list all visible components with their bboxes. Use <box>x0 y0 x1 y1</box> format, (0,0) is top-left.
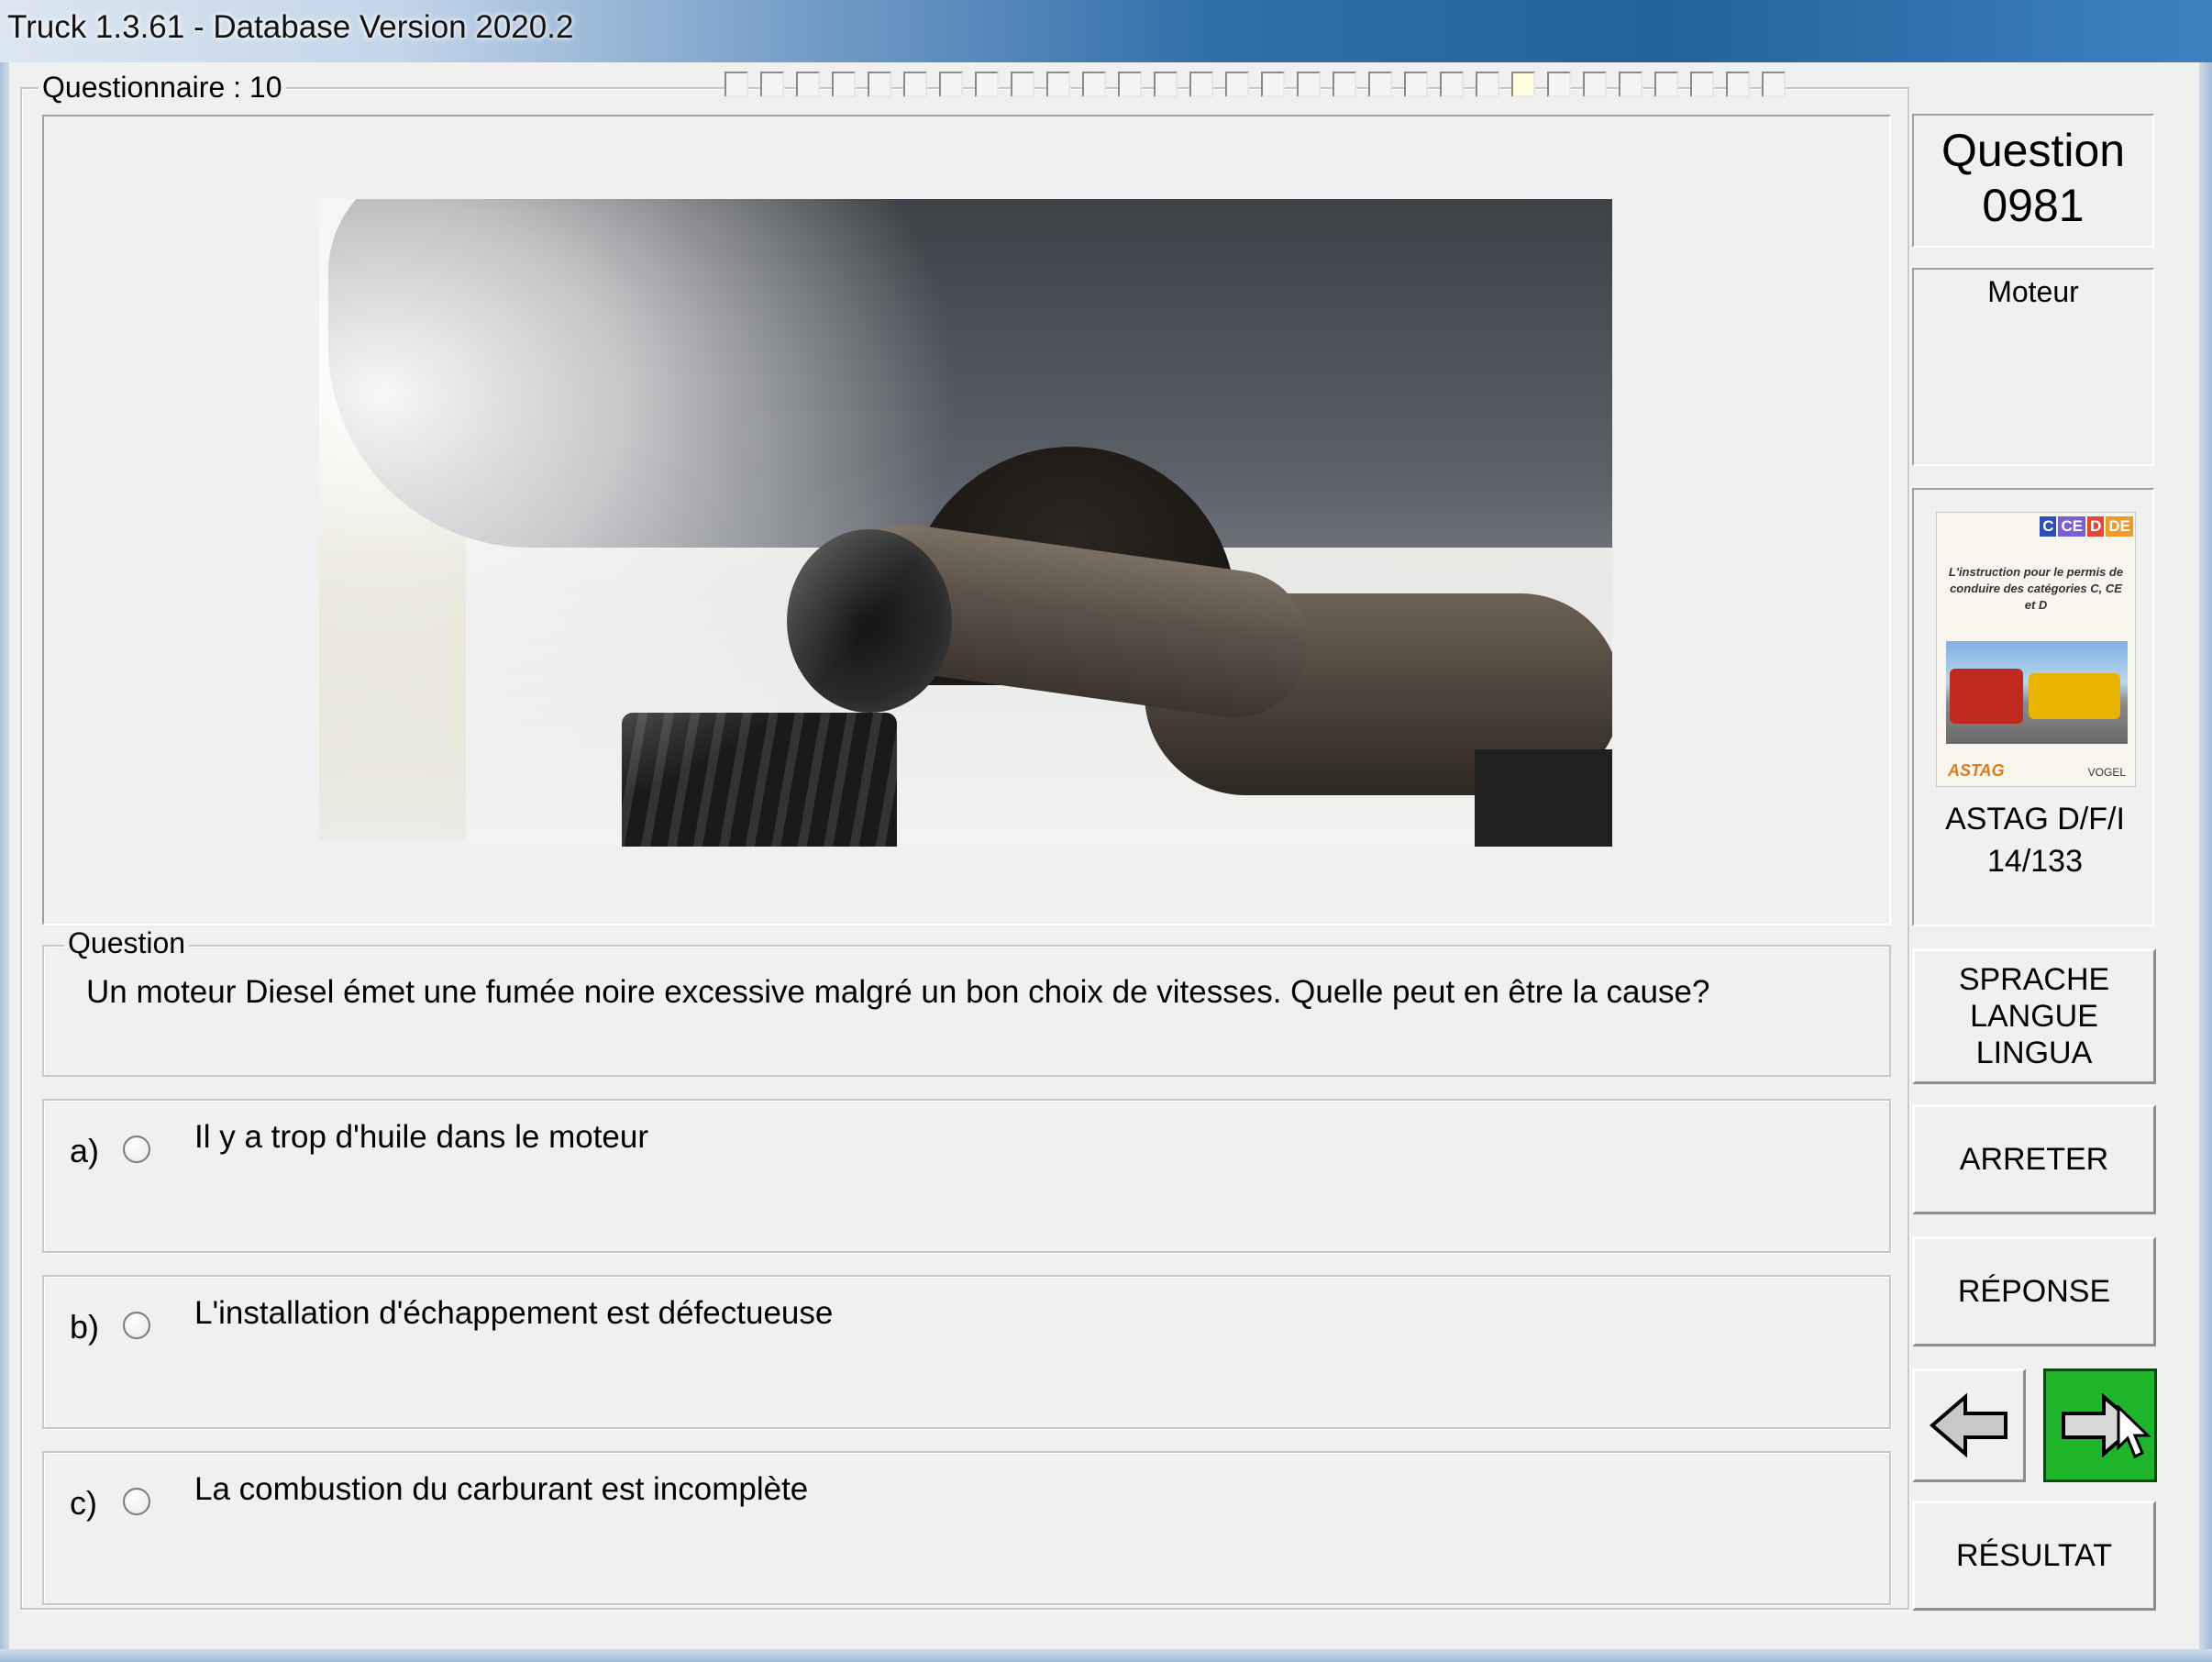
progress-tick <box>1690 72 1714 97</box>
answer-button-label: RÉPONSE <box>1957 1274 2111 1309</box>
answer-letter: b) <box>70 1308 100 1346</box>
category-box: Moteur <box>1912 268 2154 466</box>
window-title-bar[interactable]: Truck 1.3.61 - Database Version 2020.2 <box>0 0 2212 62</box>
book-cover-text: L'instruction pour le permis de conduire… <box>1948 565 2124 612</box>
stop-button-label: ARRETER <box>1959 1142 2109 1177</box>
questionnaire-label: Questionnaire : 10 <box>39 71 286 104</box>
progress-tick <box>1118 72 1142 97</box>
previous-question-button[interactable] <box>1912 1368 2026 1482</box>
language-button-label: SPRACHE LANGUE LINGUA <box>1958 962 2110 1070</box>
result-button-label: RÉSULTAT <box>1955 1538 2113 1573</box>
arrow-right-icon <box>2062 1393 2140 1457</box>
answer-radio-b[interactable] <box>123 1312 150 1339</box>
progress-tick <box>1368 72 1392 97</box>
license-badge: D <box>2087 516 2105 537</box>
answer-text: Il y a trop d'huile dans le moteur <box>194 1119 649 1155</box>
questionnaire-progress <box>724 72 2128 101</box>
question-number-box: Question 0981 <box>1912 114 2154 248</box>
window-frame-left <box>0 62 9 1662</box>
progress-tick <box>1654 72 1678 97</box>
progress-tick <box>1762 72 1786 97</box>
progress-tick <box>1333 72 1356 97</box>
photo-smoke <box>319 199 961 847</box>
progress-tick <box>1189 72 1213 97</box>
astag-logo: ASTAG <box>1948 761 2005 780</box>
answer-button[interactable]: RÉPONSE <box>1912 1236 2156 1346</box>
progress-tick <box>868 72 891 97</box>
window-frame-right <box>2199 62 2212 1662</box>
progress-tick <box>1583 72 1607 97</box>
progress-tick <box>1440 72 1464 97</box>
answer-radio-c[interactable] <box>123 1488 150 1515</box>
progress-tick <box>1154 72 1178 97</box>
answer-option-a[interactable]: a) Il y a trop d'huile dans le moteur <box>42 1099 1891 1253</box>
answer-option-b[interactable]: b) L'installation d'échappement est défe… <box>42 1275 1891 1429</box>
answer-option-c[interactable]: c) La combustion du carburant est incomp… <box>42 1451 1891 1605</box>
progress-tick <box>724 72 748 97</box>
progress-tick <box>1476 72 1499 97</box>
language-button[interactable]: SPRACHE LANGUE LINGUA <box>1912 948 2156 1084</box>
progress-tick <box>1619 72 1642 97</box>
progress-tick <box>1261 72 1285 97</box>
vogel-logo: VOGEL <box>2087 766 2126 779</box>
progress-tick <box>975 72 999 97</box>
progress-tick <box>939 72 963 97</box>
progress-tick <box>1297 72 1321 97</box>
license-badge: C <box>2040 516 2057 537</box>
question-image-panel <box>42 115 1891 925</box>
answer-letter: c) <box>70 1484 97 1522</box>
book-page: 14/133 <box>1987 844 2083 879</box>
license-badge: DE <box>2106 516 2133 537</box>
stop-button[interactable]: ARRETER <box>1912 1104 2156 1214</box>
next-question-button[interactable] <box>2043 1368 2157 1482</box>
question-photo <box>319 199 1612 847</box>
book-cover-image: C CE D DE L'instruction pour le permis de c… <box>1936 512 2136 787</box>
answer-radio-a[interactable] <box>123 1136 150 1163</box>
progress-tick <box>1547 72 1571 97</box>
progress-tick <box>903 72 927 97</box>
result-button[interactable]: RÉSULTAT <box>1912 1501 2156 1611</box>
answer-text: L'installation d'échappement est défectu… <box>194 1295 834 1331</box>
license-badge: CE <box>2058 516 2086 537</box>
question-number: 0981 <box>1982 180 2085 231</box>
window-frame-bottom <box>0 1649 2212 1662</box>
progress-tick <box>1726 72 1750 97</box>
category-label: Moteur <box>1987 275 2079 308</box>
progress-tick <box>832 72 856 97</box>
answer-text: La combustion du carburant est incomplèt… <box>194 1471 809 1507</box>
progress-tick <box>1225 72 1249 97</box>
question-number-label: Question <box>1941 125 2126 176</box>
progress-tick <box>760 72 784 97</box>
progress-tick <box>796 72 820 97</box>
question-text: Un moteur Diesel émet une fumée noire ex… <box>86 974 1710 1010</box>
progress-tick <box>1511 72 1535 97</box>
book-name: ASTAG D/F/I <box>1945 802 2125 837</box>
progress-tick <box>1082 72 1106 97</box>
window-title: Truck 1.3.61 - Database Version 2020.2 <box>7 9 574 45</box>
progress-tick <box>1046 72 1070 97</box>
book-reference-box: C CE D DE L'instruction pour le permis de c… <box>1912 488 2154 926</box>
answer-letter: a) <box>70 1132 100 1169</box>
progress-tick <box>1404 72 1428 97</box>
license-category-badges: C CE D DE <box>2040 516 2133 537</box>
progress-tick <box>1011 72 1034 97</box>
question-group: Question Un moteur Diesel émet une fumée… <box>42 926 1891 1077</box>
question-legend: Question <box>64 926 190 960</box>
arrow-left-icon <box>1929 1393 2007 1457</box>
